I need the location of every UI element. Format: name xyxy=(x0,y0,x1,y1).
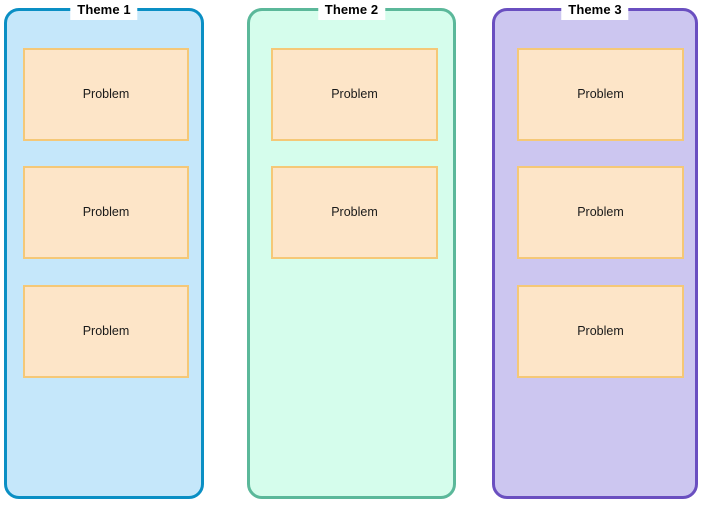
diagram-canvas: Theme 1 Problem Problem Problem Theme 2 Probl… xyxy=(0,0,701,505)
problem-node[interactable]: Problem xyxy=(23,166,189,259)
problem-node[interactable]: Problem xyxy=(23,48,189,141)
problem-node-label: Problem xyxy=(82,205,130,219)
theme-group-1[interactable]: Theme 1 Problem Problem Problem xyxy=(4,0,204,499)
problem-node-label: Problem xyxy=(331,87,378,101)
problem-node[interactable]: Problem xyxy=(23,285,189,378)
theme-group-title-1: Theme 1 xyxy=(70,0,138,20)
theme-group-title-3: Theme 3 xyxy=(561,0,629,20)
problem-node-label: Problem xyxy=(577,87,624,101)
problem-node-label: Problem xyxy=(577,205,624,219)
problem-node[interactable]: Problem xyxy=(517,285,684,378)
problem-node-label: Problem xyxy=(331,205,378,219)
theme-group-title-2: Theme 2 xyxy=(317,0,386,20)
problem-node-label: Problem xyxy=(82,324,130,338)
problem-node-label: Problem xyxy=(577,324,624,338)
theme-group-2[interactable]: Theme 2 Problem Problem xyxy=(247,0,456,499)
problem-node[interactable]: Problem xyxy=(271,48,438,141)
problem-node[interactable]: Problem xyxy=(517,166,684,259)
theme-group-3[interactable]: Theme 3 Problem Problem Problem xyxy=(492,0,698,499)
problem-node-label: Problem xyxy=(82,87,130,101)
problem-node[interactable]: Problem xyxy=(517,48,684,141)
problem-node[interactable]: Problem xyxy=(271,166,438,259)
